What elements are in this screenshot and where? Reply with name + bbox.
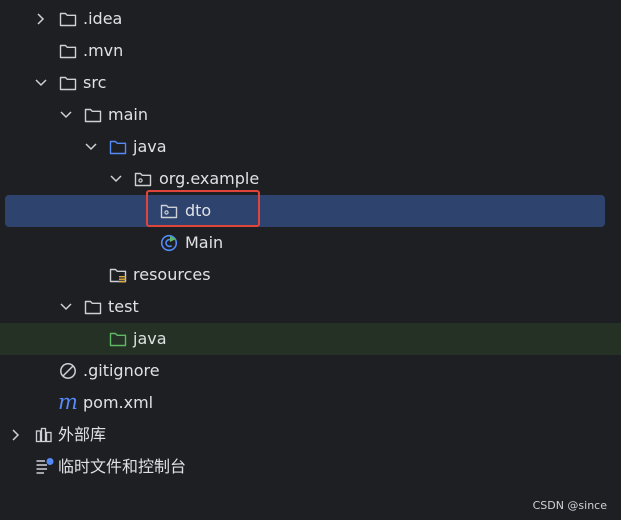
folder-icon bbox=[59, 44, 77, 59]
tree-item-test[interactable]: test bbox=[0, 291, 621, 323]
tree-item-label: .idea bbox=[83, 9, 123, 28]
tree-item-resources[interactable]: resources bbox=[0, 259, 621, 291]
tree-item-main[interactable]: main bbox=[0, 99, 621, 131]
tree-item-label: 临时文件和控制台 bbox=[58, 457, 187, 476]
tree-item-label: java bbox=[133, 137, 167, 156]
folder-icon bbox=[84, 300, 102, 315]
folder-icon bbox=[59, 76, 77, 91]
chevron-down-icon[interactable] bbox=[109, 172, 123, 186]
selection-highlight bbox=[5, 195, 605, 227]
tree-item-idea[interactable]: .idea bbox=[0, 3, 621, 35]
package-icon bbox=[134, 172, 152, 187]
tree-item-label: main bbox=[108, 105, 148, 124]
chevron-down-icon[interactable] bbox=[34, 76, 48, 90]
tree-item-label: .mvn bbox=[83, 41, 124, 60]
tree-item-label: java bbox=[133, 329, 167, 348]
chevron-down-icon[interactable] bbox=[84, 140, 98, 154]
ignore-file-icon bbox=[60, 363, 76, 379]
tree-item-label: dto bbox=[185, 201, 212, 220]
tree-item-label: .gitignore bbox=[83, 361, 160, 380]
tree-item-src[interactable]: src bbox=[0, 67, 621, 99]
chevron-right-icon[interactable] bbox=[9, 428, 23, 442]
maven-icon: m bbox=[58, 390, 78, 414]
scratches-icon bbox=[36, 458, 54, 474]
tree-item-pom[interactable]: m pom.xml bbox=[0, 387, 621, 419]
tree-item-label: src bbox=[83, 73, 107, 92]
chevron-right-icon[interactable] bbox=[34, 12, 48, 26]
folder-icon bbox=[84, 108, 102, 123]
tree-item-external-libraries[interactable]: 外部库 bbox=[0, 419, 621, 451]
java-class-icon bbox=[160, 234, 178, 252]
tree-item-gitignore[interactable]: .gitignore bbox=[0, 355, 621, 387]
folder-icon bbox=[59, 12, 77, 27]
tree-item-mvn[interactable]: .mvn bbox=[0, 35, 621, 67]
watermark: CSDN @since bbox=[532, 499, 607, 512]
chevron-down-icon[interactable] bbox=[59, 108, 73, 122]
tree-item-label: resources bbox=[133, 265, 211, 284]
tree-item-org-example[interactable]: org.example bbox=[0, 163, 621, 195]
tree-item-label: test bbox=[108, 297, 139, 316]
tree-item-label: org.example bbox=[159, 169, 260, 188]
test-folder-icon bbox=[109, 332, 127, 347]
tree-item-label: pom.xml bbox=[83, 393, 154, 412]
tree-item-java-test[interactable]: java bbox=[0, 323, 621, 355]
tree-item-main-class[interactable]: Main bbox=[0, 227, 621, 259]
tree-item-dto[interactable]: dto bbox=[0, 195, 621, 227]
source-folder-icon bbox=[109, 140, 127, 155]
chevron-down-icon[interactable] bbox=[59, 300, 73, 314]
tree-item-label: 外部库 bbox=[58, 425, 107, 444]
tree-item-scratches[interactable]: 临时文件和控制台 bbox=[0, 451, 621, 483]
tree-item-label: Main bbox=[185, 233, 224, 252]
tree-item-java-source[interactable]: java bbox=[0, 131, 621, 163]
resources-folder-icon bbox=[109, 268, 127, 283]
package-icon bbox=[160, 204, 178, 219]
library-icon bbox=[35, 427, 52, 443]
